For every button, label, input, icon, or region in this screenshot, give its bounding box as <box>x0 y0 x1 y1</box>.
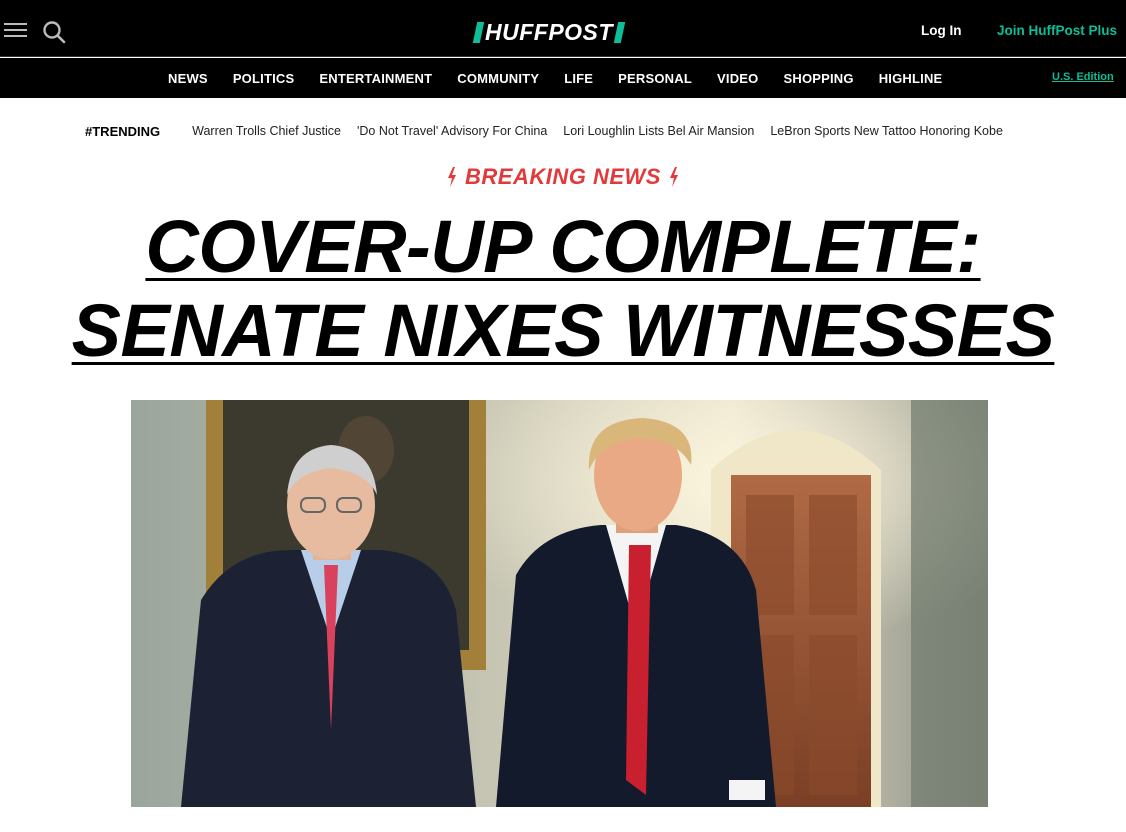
edition-selector[interactable]: U.S. Edition <box>1052 71 1114 83</box>
nav-item-highline[interactable]: HIGHLINE <box>879 71 943 86</box>
nav-item-shopping[interactable]: SHOPPING <box>783 71 853 86</box>
trending-label: #TRENDING <box>85 124 160 139</box>
nav-items: NEWS POLITICS ENTERTAINMENT COMMUNITY LI… <box>168 71 942 86</box>
headline-line-1[interactable]: COVER-UP COMPLETE: <box>145 205 981 288</box>
trending-link[interactable]: Lori Loughlin Lists Bel Air Mansion <box>563 124 754 138</box>
headline-photo[interactable] <box>131 400 988 807</box>
search-icon[interactable] <box>42 20 66 44</box>
breaking-news-text: BREAKING NEWS <box>465 164 661 189</box>
huffpost-logo[interactable]: HUFFPOST <box>472 19 626 45</box>
trending-link[interactable]: Warren Trolls Chief Justice <box>192 124 341 138</box>
trending-link[interactable]: 'Do Not Travel' Advisory For China <box>357 124 547 138</box>
top-header: HUFFPOST Log In Join HuffPost Plus <box>0 0 1126 57</box>
trending-bar: #TRENDING Warren Trolls Chief Justice 'D… <box>85 121 1019 141</box>
lightning-bolt-icon <box>669 167 678 187</box>
nav-item-entertainment[interactable]: ENTERTAINMENT <box>319 71 432 86</box>
photo-illustration <box>131 400 988 807</box>
nav-item-community[interactable]: COMMUNITY <box>457 71 539 86</box>
trending-label-text: TRENDING <box>92 123 161 139</box>
nav-item-personal[interactable]: PERSONAL <box>618 71 692 86</box>
splash-headline: COVER-UP COMPLETE: SENATE NIXES WITNESSE… <box>0 205 1126 373</box>
headline-line-2[interactable]: SENATE NIXES WITNESSES <box>72 289 1055 372</box>
login-link[interactable]: Log In <box>921 23 962 38</box>
logo-text: HUFFPOST <box>485 19 613 45</box>
section-nav: NEWS POLITICS ENTERTAINMENT COMMUNITY LI… <box>0 58 1126 98</box>
lightning-bolt-icon <box>448 167 457 187</box>
trending-link[interactable]: LeBron Sports New Tattoo Honoring Kobe <box>770 124 1003 138</box>
nav-item-life[interactable]: LIFE <box>564 71 593 86</box>
join-plus-link[interactable]: Join HuffPost Plus <box>997 23 1117 38</box>
nav-item-video[interactable]: VIDEO <box>717 71 758 86</box>
menu-icon[interactable] <box>4 22 28 40</box>
nav-item-news[interactable]: NEWS <box>168 71 208 86</box>
breaking-news-label: BREAKING NEWS <box>0 164 1126 190</box>
nav-item-politics[interactable]: POLITICS <box>233 71 295 86</box>
